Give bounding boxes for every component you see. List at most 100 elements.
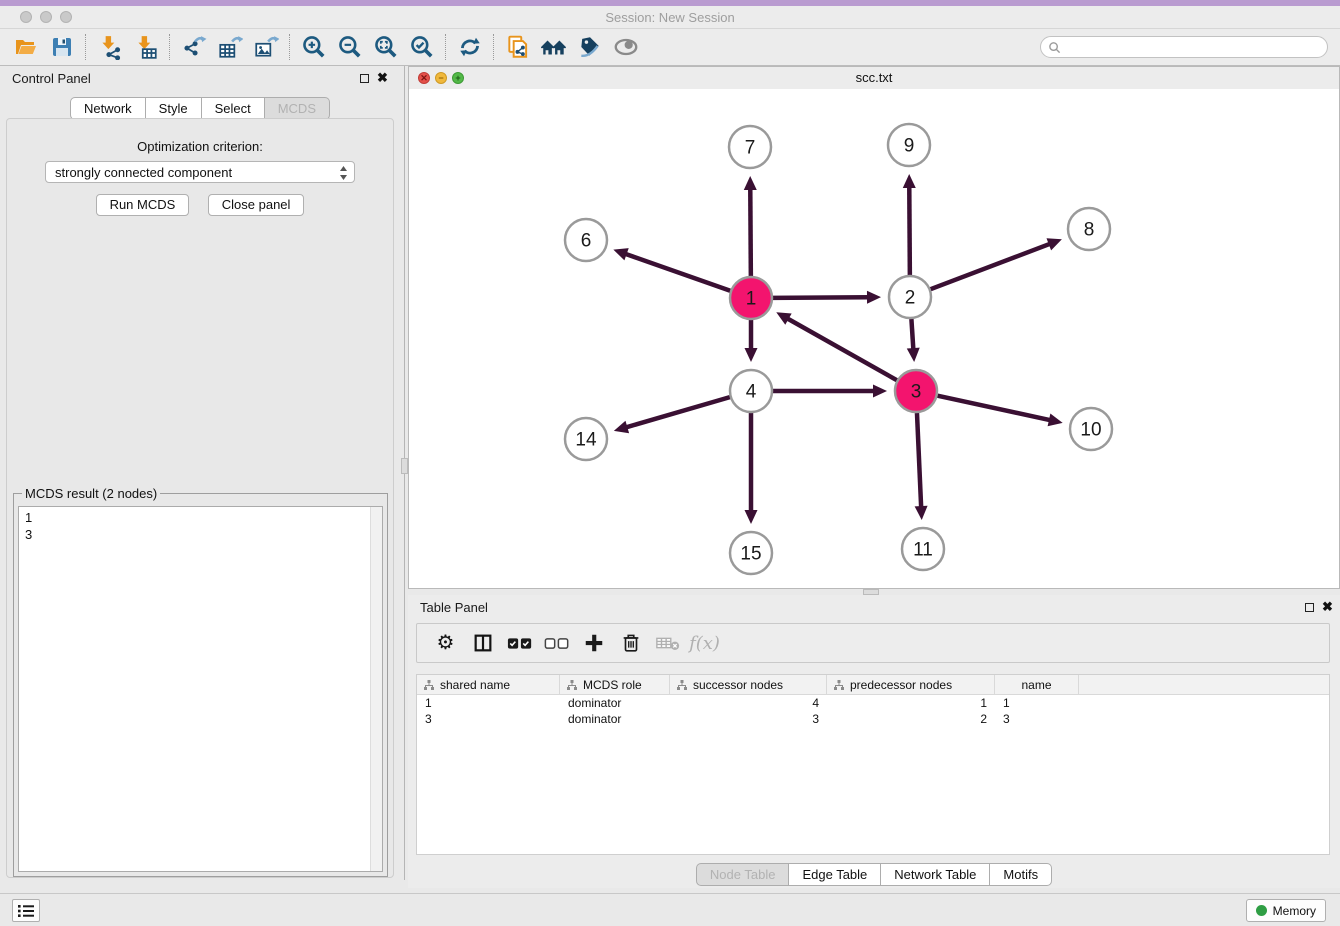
main-toolbar [0,29,1340,66]
close-table-panel-icon[interactable]: ✖ [1322,599,1333,615]
graph-node-3[interactable]: 3 [895,370,937,412]
run-mcds-button[interactable]: Run MCDS [96,194,190,216]
graph-node-15[interactable]: 15 [730,532,772,574]
export-table-button[interactable] [212,32,248,62]
tab-select[interactable]: Select [202,97,265,120]
graph-node-4[interactable]: 4 [730,370,772,412]
zoom-in-button[interactable] [296,32,332,62]
tab-network-table[interactable]: Network Table [881,863,990,886]
graph-node-14[interactable]: 14 [565,418,607,460]
vertical-divider-grip[interactable] [401,458,408,474]
column-header[interactable]: MCDS role [560,675,670,694]
graph-node-1[interactable]: 1 [730,277,772,319]
graph-node-2[interactable]: 2 [889,276,931,318]
hide-labels-button[interactable] [572,32,608,62]
table-row[interactable]: 3dominator323 [417,711,1329,727]
edge-arrowhead-icon [1046,238,1061,250]
graph-node-6[interactable]: 6 [565,219,607,261]
graph-edge-3-10[interactable] [937,396,1062,427]
save-session-button[interactable] [44,32,80,62]
tab-motifs[interactable]: Motifs [990,863,1052,886]
table-cell: 3 [995,712,1079,726]
criterion-select[interactable]: strongly connected component [45,161,355,183]
vertical-split-divider[interactable] [400,66,408,880]
deselect-all-columns-button[interactable] [538,627,575,659]
show-all-views-button[interactable] [536,32,572,62]
graph-edge-2-8[interactable] [931,238,1062,289]
clone-network-button[interactable] [500,32,536,62]
graph-edge-4-14[interactable] [614,397,730,433]
delete-column-button[interactable] [612,627,649,659]
control-panel-tabs: Network Style Select MCDS [0,97,400,120]
close-panel-icon[interactable]: ✖ [377,70,388,86]
network-window-title: scc.txt [409,70,1339,85]
edge-arrowhead-icon [907,348,920,362]
os-titlebar: Session: New Session [0,6,1340,29]
graph-edge-3-1[interactable] [776,312,897,380]
combo-arrows-icon [339,165,348,181]
zoom-fit-button[interactable] [368,32,404,62]
open-session-button[interactable] [8,32,44,62]
column-header[interactable]: shared name [417,675,560,694]
graph-edge-3-11[interactable] [915,413,928,520]
graph-edge-4-3[interactable] [773,385,887,398]
split-panel-button[interactable] [464,627,501,659]
graph-edge-1-7[interactable] [744,176,757,276]
zoom-out-button[interactable] [332,32,368,62]
table-row[interactable]: 1dominator411 [417,695,1329,711]
search-input[interactable] [1065,39,1327,55]
tab-network[interactable]: Network [70,97,146,120]
graph-edge-1-6[interactable] [613,248,730,291]
export-image-icon [253,34,279,60]
tab-mcds[interactable]: MCDS [265,97,330,120]
column-header[interactable]: name [995,675,1079,694]
tab-node-table[interactable]: Node Table [696,863,790,886]
graph-node-11[interactable]: 11 [902,528,944,570]
zoom-selected-button[interactable] [404,32,440,62]
show-graphics-button[interactable] [608,32,644,62]
graph-node-10[interactable]: 10 [1070,408,1112,450]
graph-edge-2-3[interactable] [907,319,920,362]
export-image-button[interactable] [248,32,284,62]
table-header-row: shared nameMCDS rolesuccessor nodesprede… [417,675,1329,695]
search-icon [1048,41,1061,54]
node-label: 1 [746,289,757,310]
float-panel-icon[interactable] [360,74,369,83]
gear-icon: ⚙ [437,633,455,653]
column-header[interactable]: predecessor nodes [827,675,995,694]
node-table[interactable]: shared nameMCDS rolesuccessor nodesprede… [416,674,1330,855]
close-panel-button[interactable]: Close panel [208,194,305,216]
column-header[interactable]: successor nodes [670,675,827,694]
result-scrollbar[interactable] [370,507,382,871]
search-field[interactable] [1040,36,1328,58]
node-label: 7 [745,138,756,159]
table-settings-button[interactable]: ⚙ [427,627,464,659]
import-table-button[interactable] [128,32,164,62]
graph-edge-4-15[interactable] [745,413,758,524]
graph-edge-1-4[interactable] [745,320,758,362]
edge-arrowhead-icon [745,348,758,362]
export-network-icon [181,34,207,60]
graph-node-8[interactable]: 8 [1068,208,1110,250]
graph-node-9[interactable]: 9 [888,124,930,166]
delete-table-icon [655,633,681,653]
tab-edge-table[interactable]: Edge Table [789,863,881,886]
add-column-button[interactable] [575,627,612,659]
edge-arrowhead-icon [614,421,629,433]
graph-edge-2-9[interactable] [903,174,916,275]
export-network-button[interactable] [176,32,212,62]
mcds-result-textarea[interactable]: 13 [18,506,383,872]
import-network-button[interactable] [92,32,128,62]
toolbar-separator [169,34,171,60]
memory-button[interactable]: Memory [1246,899,1326,922]
task-history-button[interactable] [12,899,40,922]
float-table-panel-icon[interactable] [1305,603,1314,612]
tab-style[interactable]: Style [146,97,202,120]
network-canvas[interactable]: 1 2 3 4 6 7 8 9 10 11 14 15 [409,89,1339,588]
graph-node-7[interactable]: 7 [729,126,771,168]
select-all-columns-button[interactable] [501,627,538,659]
function-builder-button[interactable]: f(x) [686,627,723,659]
refresh-layout-button[interactable] [452,32,488,62]
graph-edge-1-2[interactable] [773,291,881,304]
delete-table-button[interactable] [649,627,686,659]
